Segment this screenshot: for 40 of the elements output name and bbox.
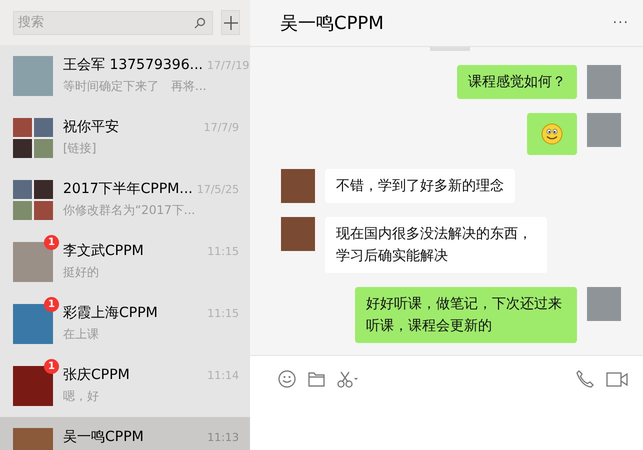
avatar-photo-placeholder [587,287,621,321]
message-bubble: 现在国内很多没法解决的东西，学习后确实能解决 [325,217,548,273]
more-button[interactable]: ··· [612,15,629,31]
avatar-photo-placeholder [587,113,621,147]
contact-name: 张庆CPPM [63,366,130,384]
unread-badge: 1 [44,359,59,374]
avatar-photo-placeholder [281,169,315,203]
add-button[interactable] [221,10,240,35]
chat-title: 吴一鸣CPPM [280,12,384,35]
smiley-icon [541,123,563,145]
message-preview: 挺好的 [63,264,100,281]
search-icon [194,16,206,28]
unread-badge: 1 [44,235,59,250]
contact-name: 2017下半年CPPM... [63,180,193,198]
chat-list-item[interactable]: 吴一鸣CPPM 11:13 [0,417,250,450]
contact-name: 李文武CPPM [63,242,144,260]
scissors-icon[interactable] [337,370,359,388]
contact-name: 彩霞上海CPPM [63,304,158,322]
message-preview: 等时间确定下来了 再将... [63,78,208,95]
contact-name: 祝你平安 [63,118,119,136]
message-input-area[interactable] [250,355,643,450]
search-field[interactable]: 搜索 [13,10,213,34]
avatar-photo-placeholder [281,217,315,251]
emoji-icon[interactable] [278,370,296,388]
message-bubble: 课程感觉如何？ [457,65,577,99]
message-preview: 嗯，好 [63,388,100,405]
unread-badge: 1 [44,297,59,312]
message-bubble: 好好听课，做笔记，下次还过来听课，课程会更新的 [354,287,577,343]
contact-name: 王会军 137579396... [63,56,203,74]
contact-name: 吴一鸣CPPM [63,428,144,446]
video-call-icon[interactable] [606,372,628,386]
folder-icon[interactable] [308,372,325,386]
message-preview: 你修改群名为“2017下... [63,202,196,219]
message-bubble: 不错，学到了好多新的理念 [325,169,515,203]
message-preview: [链接] [63,140,98,157]
plus-icon [224,16,238,30]
avatar-photo-placeholder [587,65,621,99]
message-preview: 在上课 [63,326,100,343]
phone-icon[interactable] [576,370,594,388]
message-time: 11:13 [207,431,239,444]
